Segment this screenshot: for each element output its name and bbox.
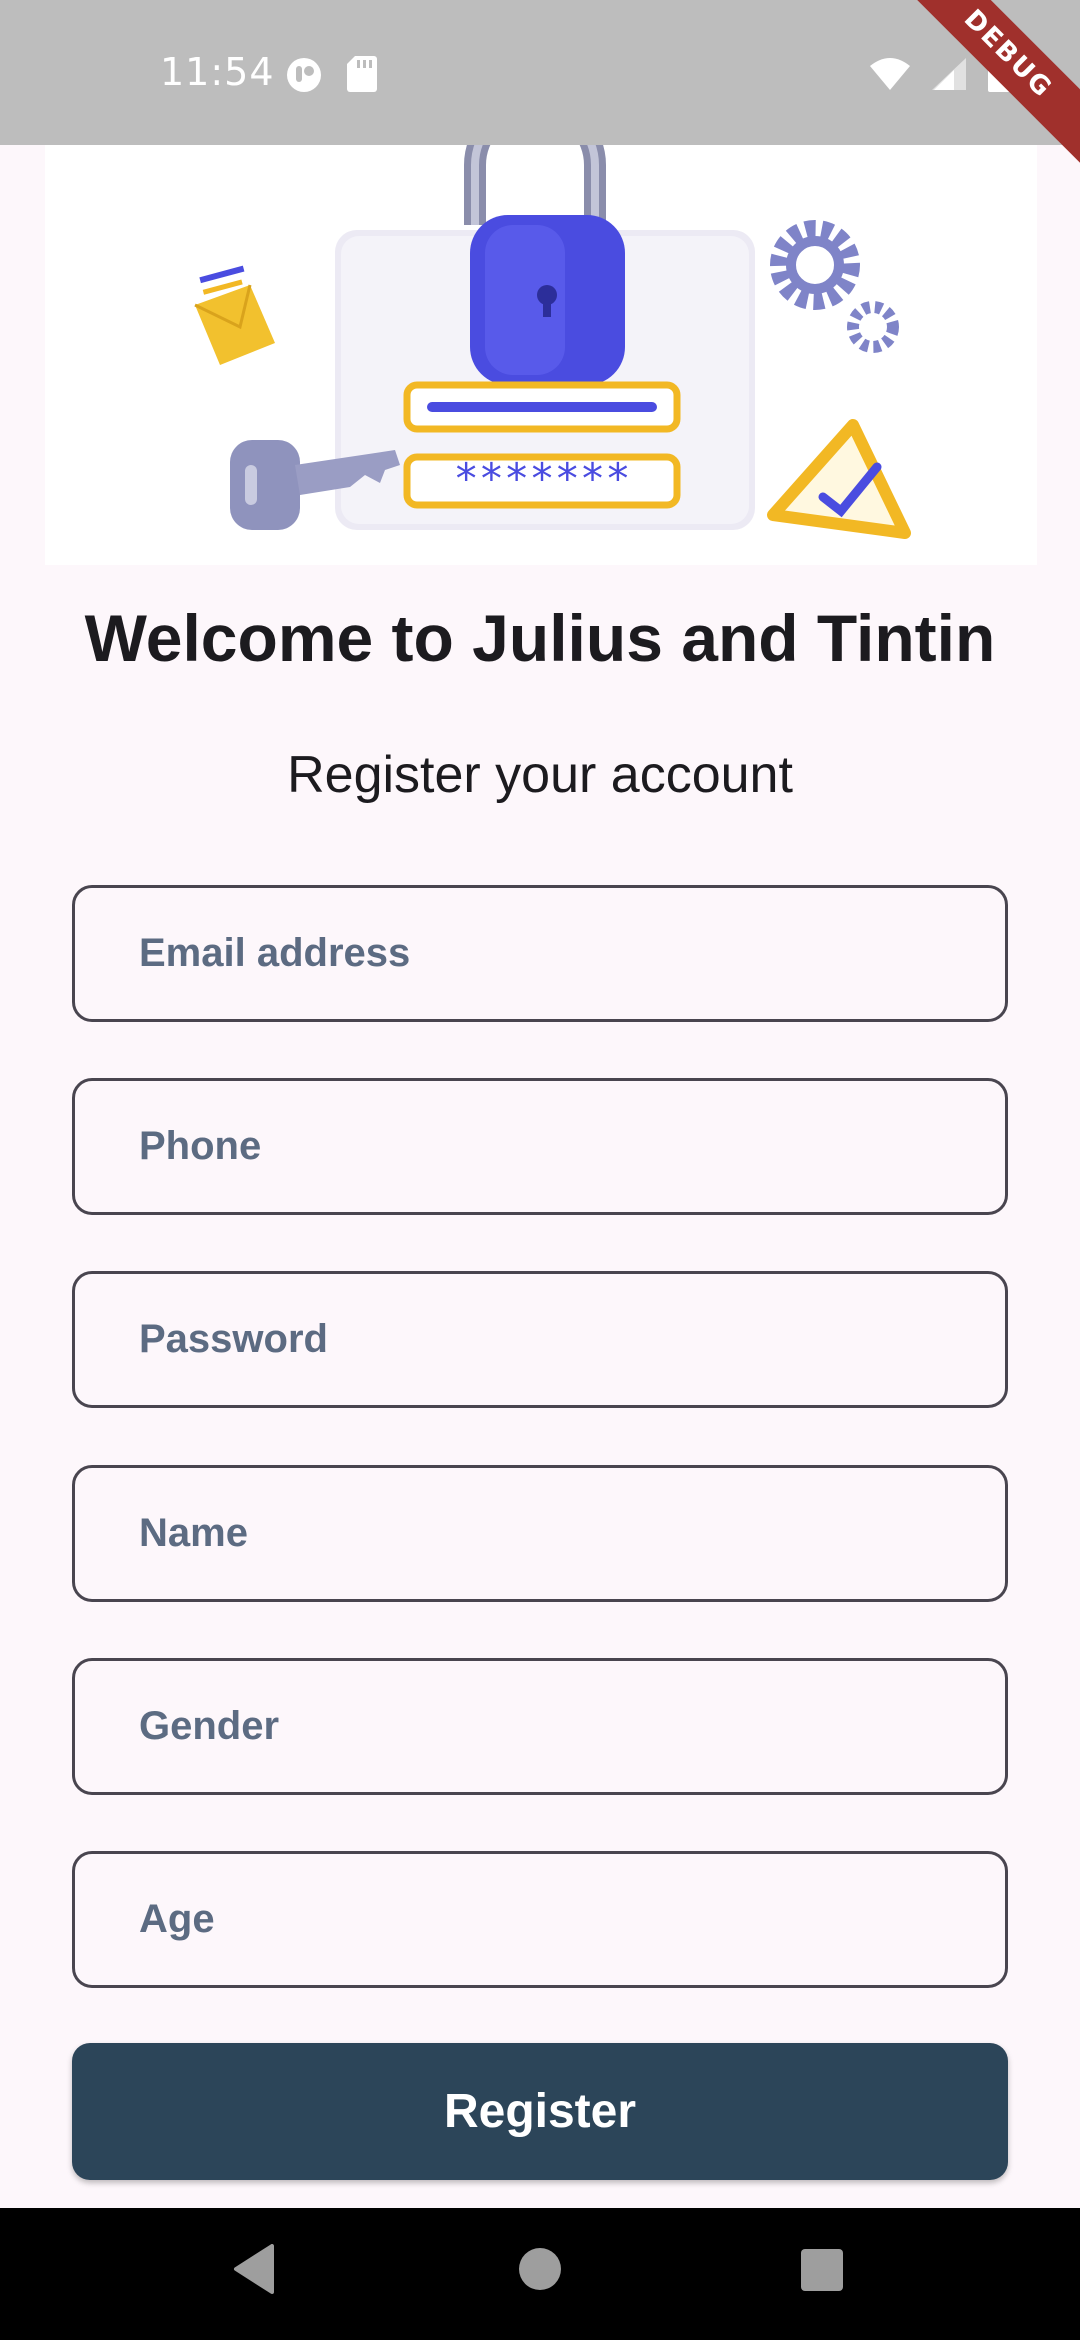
- wifi-icon: [870, 58, 910, 95]
- register-screen: 11:54 DEBUG ******* Welcome to Julius an…: [0, 0, 1080, 2340]
- phone-field[interactable]: [72, 1078, 1008, 1215]
- password-input[interactable]: [139, 1317, 1005, 1362]
- register-subtitle: Register your account: [287, 746, 793, 804]
- home-icon[interactable]: [518, 2244, 562, 2299]
- password-field[interactable]: [72, 1271, 1008, 1408]
- age-field[interactable]: [72, 1851, 1008, 1988]
- status-time: 11:54: [160, 50, 275, 94]
- email-input[interactable]: [139, 931, 1005, 976]
- record-icon: [285, 56, 323, 99]
- navigation-bar: [0, 2208, 1080, 2340]
- phone-input[interactable]: [139, 1124, 1005, 1169]
- password-mask-text: *******: [453, 454, 630, 503]
- sd-card-icon: [347, 56, 377, 99]
- register-button[interactable]: Register: [72, 2043, 1008, 2180]
- age-input[interactable]: [139, 1897, 1005, 1942]
- hero-illustration: *******: [45, 94, 1037, 565]
- name-field[interactable]: [72, 1465, 1008, 1602]
- gender-input[interactable]: [139, 1704, 1005, 1749]
- name-input[interactable]: [139, 1511, 1005, 1556]
- back-icon[interactable]: [232, 2244, 276, 2299]
- welcome-title: Welcome to Julius and Tintin: [84, 601, 996, 675]
- envelope-icon: [185, 247, 275, 365]
- status-bar: 11:54: [0, 0, 1080, 145]
- gender-field[interactable]: [72, 1658, 1008, 1795]
- signal-icon: [932, 58, 966, 95]
- gears-icon: [770, 220, 899, 353]
- email-field[interactable]: [72, 885, 1008, 1022]
- check-triangle-icon: [767, 419, 911, 539]
- lock-icon: [464, 94, 625, 385]
- recents-icon[interactable]: [800, 2244, 844, 2299]
